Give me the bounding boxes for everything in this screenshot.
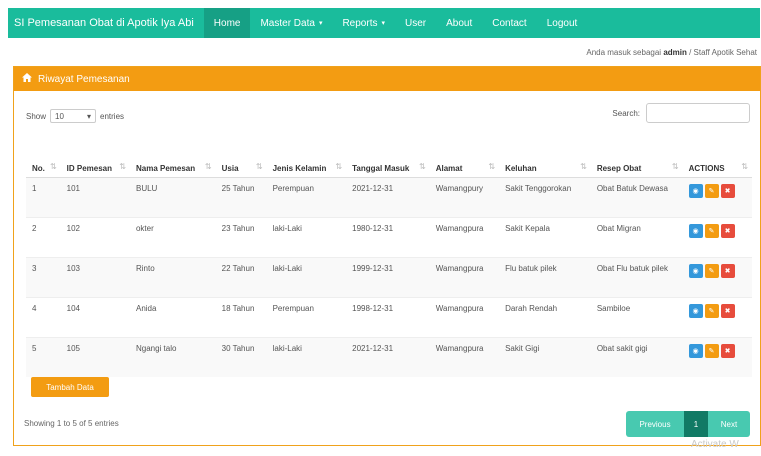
panel-header: Riwayat Pemesanan [14,67,760,91]
table-info: Showing 1 to 5 of 5 entries [24,419,119,428]
sort-icon: ⇅ [419,162,426,171]
view-button[interactable]: ◉ [688,264,703,278]
table-header-row: No. ⇅ ID Pemesan ⇅ Nama Pemesan ⇅ Usia ⇅ Jen… [26,137,752,178]
table-row: 4 104 Anida 18 Tahun Perempuan 1998-12-3… [26,297,752,338]
pencil-icon: ✎ [708,268,715,275]
table-search: Search: [612,103,750,123]
pagination: Previous 1 Next [626,411,750,437]
eye-icon: ◉ [692,188,699,195]
username: admin [663,48,687,57]
nav-reports[interactable]: Reports ▾ [332,8,395,38]
row-actions: ◉ ✎ ✖ [688,264,746,278]
edit-button[interactable]: ✎ [704,304,719,318]
sort-icon: ⇅ [741,162,748,171]
pencil-icon: ✎ [708,308,715,315]
sort-icon: ⇅ [204,162,212,171]
view-button[interactable]: ◉ [688,224,703,238]
brand-title[interactable]: SI Pemesanan Obat di Apotik Iya Abi [8,17,204,29]
col-id-pemesan[interactable]: ID Pemesan ⇅ [60,137,130,178]
view-button[interactable]: ◉ [688,344,703,358]
trash-icon: ✖ [724,308,731,315]
col-usia[interactable]: Usia ⇅ [215,137,267,178]
col-actions: ACTIONS ⇅ [682,137,752,178]
top-navbar: SI Pemesanan Obat di Apotik Iya Abi Home… [8,8,760,38]
pencil-icon: ✎ [708,228,715,235]
delete-button[interactable]: ✖ [720,224,735,238]
delete-button[interactable]: ✖ [720,344,735,358]
pencil-icon: ✎ [708,188,715,195]
col-nama-pemesan[interactable]: Nama Pemesan ⇅ [129,137,216,178]
add-data-button[interactable]: Tambah Data [31,377,109,397]
col-jenis-kelamin[interactable]: Jenis Kelamin ⇅ [266,137,347,178]
search-input[interactable] [646,103,750,123]
table-row: 2 102 okter 23 Tahun laki-Laki 1980-12-3… [26,217,752,258]
sort-icon: ⇅ [255,162,263,171]
pencil-icon: ✎ [708,348,715,355]
trash-icon: ✖ [724,188,731,195]
col-tanggal-masuk[interactable]: Tanggal Masuk ⇅ [346,137,430,178]
eye-icon: ◉ [692,228,699,235]
trash-icon: ✖ [724,348,731,355]
main-nav: Home Master Data ▾ Reports ▾ User About Co… [203,8,588,38]
row-actions: ◉ ✎ ✖ [688,224,746,238]
nav-home[interactable]: Home [203,8,251,38]
edit-button[interactable]: ✎ [704,264,719,278]
col-keluhan[interactable]: Keluhan ⇅ [499,137,591,178]
logged-in-info: Anda masuk sebagai admin / Staff Apotik … [586,48,757,57]
row-actions: ◉ ✎ ✖ [688,304,746,318]
table-row: 5 105 Ngangi talo 30 Tahun laki-Laki 202… [26,337,752,377]
sort-icon: ⇅ [488,162,496,171]
delete-button[interactable]: ✖ [720,304,735,318]
delete-button[interactable]: ✖ [720,264,735,278]
entries-select[interactable]: 10 ▾ [50,109,97,123]
chevron-down-icon: ▾ [87,111,92,121]
orders-panel: Riwayat Pemesanan Show 10 ▾ entries Sear… [13,66,761,446]
panel-title: Riwayat Pemesanan [38,73,130,85]
eye-icon: ◉ [692,348,699,355]
edit-button[interactable]: ✎ [704,344,719,358]
eye-icon: ◉ [692,308,699,315]
pagination-previous[interactable]: Previous [626,411,684,437]
orders-table: No. ⇅ ID Pemesan ⇅ Nama Pemesan ⇅ Usia ⇅ Jen… [26,137,752,377]
sort-icon: ⇅ [580,162,587,171]
nav-logout[interactable]: Logout [537,8,588,38]
activate-windows-watermark: Activate W [691,439,739,450]
trash-icon: ✖ [724,268,731,275]
nav-user[interactable]: User [395,8,436,38]
pagination-page-1[interactable]: 1 [684,411,708,437]
caret-down-icon: ▾ [318,20,323,27]
entries-length-control: Show 10 ▾ entries [26,109,124,123]
home-icon [22,73,32,85]
row-actions: ◉ ✎ ✖ [688,184,746,198]
col-resep-obat[interactable]: Resep Obat ⇅ [590,137,683,178]
nav-contact[interactable]: Contact [482,8,536,38]
eye-icon: ◉ [692,268,699,275]
nav-master-data[interactable]: Master Data ▾ [250,8,332,38]
table-row: 1 101 BULU 25 Tahun Perempuan 2021-12-31… [26,177,752,218]
sort-icon: ⇅ [49,162,57,171]
nav-about[interactable]: About [436,8,482,38]
row-actions: ◉ ✎ ✖ [688,344,746,358]
view-button[interactable]: ◉ [688,304,703,318]
sort-icon: ⇅ [119,162,126,171]
sort-icon: ⇅ [671,162,679,171]
pagination-next[interactable]: Next [708,411,750,437]
table-row: 3 103 Rinto 22 Tahun laki-Laki 1999-12-3… [26,257,752,298]
edit-button[interactable]: ✎ [704,184,719,198]
delete-button[interactable]: ✖ [720,184,735,198]
edit-button[interactable]: ✎ [704,224,719,238]
view-button[interactable]: ◉ [688,184,703,198]
sort-icon: ⇅ [335,162,343,171]
col-no[interactable]: No. ⇅ [26,137,61,178]
col-alamat[interactable]: Alamat ⇅ [429,137,500,178]
trash-icon: ✖ [724,228,731,235]
caret-down-icon: ▾ [381,20,385,27]
